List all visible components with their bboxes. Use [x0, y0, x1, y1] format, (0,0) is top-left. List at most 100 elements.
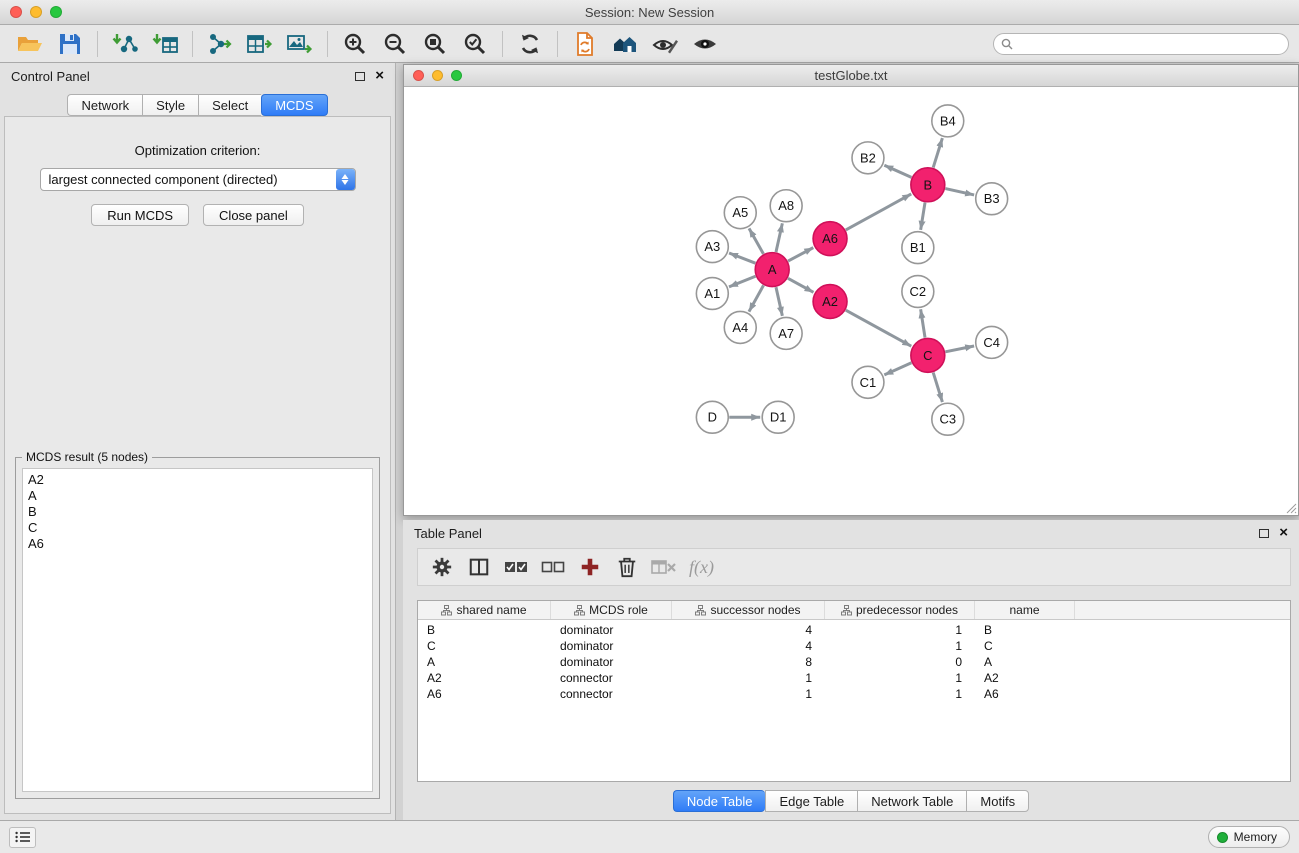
graph-node-D[interactable]: D	[696, 401, 728, 433]
mcds-result-item[interactable]: A	[28, 488, 367, 504]
close-panel-button[interactable]: Close panel	[203, 204, 304, 226]
import-table-button[interactable]	[145, 28, 185, 60]
graph-edge-B-B3[interactable]	[945, 189, 974, 195]
close-window-button[interactable]	[10, 6, 22, 18]
close-table-panel-icon[interactable]: ×	[1279, 527, 1288, 539]
select-all-columns-button[interactable]	[500, 552, 532, 582]
graph-node-C3[interactable]: C3	[932, 403, 964, 435]
resize-grip-icon[interactable]	[1285, 502, 1297, 514]
graph-edge-C-C3[interactable]	[933, 373, 942, 403]
graph-node-D1[interactable]: D1	[762, 401, 794, 433]
graph-node-A6[interactable]: A6	[813, 222, 847, 256]
graph-edge-A-A2[interactable]	[788, 278, 814, 292]
import-network-button[interactable]	[105, 28, 145, 60]
mcds-result-list[interactable]: A2ABCA6	[22, 468, 373, 792]
graph-node-B4[interactable]: B4	[932, 105, 964, 137]
save-session-button[interactable]	[50, 28, 90, 60]
graph-edge-A-A6[interactable]	[788, 248, 813, 261]
graph-node-A5[interactable]: A5	[724, 197, 756, 229]
network-canvas[interactable]: B4B2BB3A5A8A6B1A3AC2A1A2A4A7CC4C1C3DD1	[404, 87, 1298, 515]
show-graphics-button[interactable]	[685, 28, 725, 60]
graph-edge-B-B2[interactable]	[884, 165, 911, 177]
zoom-fit-button[interactable]	[415, 28, 455, 60]
tab-style[interactable]: Style	[142, 94, 198, 116]
graph-node-A3[interactable]: A3	[696, 231, 728, 263]
mcds-result-item[interactable]: C	[28, 520, 367, 536]
apply-layout-button[interactable]	[510, 28, 550, 60]
mcds-result-item[interactable]: B	[28, 504, 367, 520]
graph-edge-A-A7[interactable]	[776, 287, 782, 316]
tab-edge-table[interactable]: Edge Table	[765, 790, 857, 812]
graph-edge-A-A3[interactable]	[729, 253, 755, 263]
hide-graphics-button[interactable]	[645, 28, 685, 60]
graph-node-C[interactable]: C	[911, 338, 945, 372]
split-panel-button[interactable]	[463, 552, 495, 582]
graph-node-A1[interactable]: A1	[696, 278, 728, 310]
float-table-panel-icon[interactable]	[1259, 529, 1269, 538]
export-network-button[interactable]	[200, 28, 240, 60]
task-history-button[interactable]	[9, 827, 36, 848]
column-header-predecessor-nodes[interactable]: predecessor nodes	[825, 601, 975, 619]
graph-edge-C-C4[interactable]	[945, 346, 974, 352]
home-button[interactable]	[605, 28, 645, 60]
tab-network-table[interactable]: Network Table	[857, 790, 966, 812]
network-window-titlebar[interactable]: testGlobe.txt	[404, 65, 1298, 87]
table-row[interactable]: A6connector11A6	[418, 686, 1290, 702]
zoom-in-button[interactable]	[335, 28, 375, 60]
graph-node-C1[interactable]: C1	[852, 366, 884, 398]
column-header-name[interactable]: name	[975, 601, 1075, 619]
network-zoom-button[interactable]	[451, 70, 462, 81]
mcds-result-item[interactable]: A2	[28, 472, 367, 488]
zoom-out-button[interactable]	[375, 28, 415, 60]
graph-edge-A-A8[interactable]	[776, 223, 782, 252]
delete-column-button[interactable]	[611, 552, 643, 582]
column-header-shared-name[interactable]: shared name	[418, 601, 551, 619]
minimize-window-button[interactable]	[30, 6, 42, 18]
graph-node-B[interactable]: B	[911, 168, 945, 202]
graph-edge-A-A1[interactable]	[729, 276, 756, 287]
table-row[interactable]: Cdominator41C	[418, 638, 1290, 654]
create-column-button[interactable]	[574, 552, 606, 582]
table-row[interactable]: Bdominator41B	[418, 622, 1290, 638]
graph-node-C4[interactable]: C4	[976, 326, 1008, 358]
graph-node-B2[interactable]: B2	[852, 142, 884, 174]
graph-node-A2[interactable]: A2	[813, 285, 847, 319]
graph-edge-A2-C[interactable]	[846, 310, 911, 346]
network-minimize-button[interactable]	[432, 70, 443, 81]
tab-motifs[interactable]: Motifs	[966, 790, 1029, 812]
mcds-result-item[interactable]: A6	[28, 536, 367, 552]
graph-node-A8[interactable]: A8	[770, 190, 802, 222]
graph-node-C2[interactable]: C2	[902, 276, 934, 308]
graph-edge-B-B4[interactable]	[933, 138, 942, 168]
export-image-button[interactable]	[280, 28, 320, 60]
network-close-button[interactable]	[413, 70, 424, 81]
zoom-selected-button[interactable]	[455, 28, 495, 60]
memory-indicator-button[interactable]: Memory	[1208, 826, 1290, 848]
tab-mcds[interactable]: MCDS	[261, 94, 327, 116]
tab-select[interactable]: Select	[198, 94, 261, 116]
graph-edge-B-B1[interactable]	[921, 203, 925, 230]
graph-edge-A6-B[interactable]	[846, 194, 911, 230]
graph-node-B3[interactable]: B3	[976, 183, 1008, 215]
tab-network[interactable]: Network	[67, 94, 142, 116]
column-header-successor-nodes[interactable]: successor nodes	[672, 601, 825, 619]
export-table-button[interactable]	[240, 28, 280, 60]
graph-edge-C-C1[interactable]	[884, 363, 911, 375]
search-input[interactable]	[993, 33, 1289, 55]
delete-table-button[interactable]	[648, 552, 680, 582]
graph-node-B1[interactable]: B1	[902, 232, 934, 264]
graph-edge-C-C2[interactable]	[921, 309, 925, 337]
graph-edge-A-A4[interactable]	[749, 285, 764, 311]
function-builder-button[interactable]: f(x)	[689, 557, 714, 578]
document-sync-button[interactable]	[565, 28, 605, 60]
float-panel-icon[interactable]	[355, 72, 365, 81]
run-mcds-button[interactable]: Run MCDS	[91, 204, 189, 226]
column-header-mcds-role[interactable]: MCDS role	[551, 601, 672, 619]
open-session-button[interactable]	[10, 28, 50, 60]
graph-edge-A-A5[interactable]	[749, 228, 763, 254]
table-settings-button[interactable]	[426, 552, 458, 582]
network-graph-svg[interactable]: B4B2BB3A5A8A6B1A3AC2A1A2A4A7CC4C1C3DD1	[404, 87, 1298, 515]
close-panel-icon[interactable]: ×	[375, 70, 384, 82]
graph-node-A[interactable]: A	[755, 253, 789, 287]
table-row[interactable]: Adominator80A	[418, 654, 1290, 670]
